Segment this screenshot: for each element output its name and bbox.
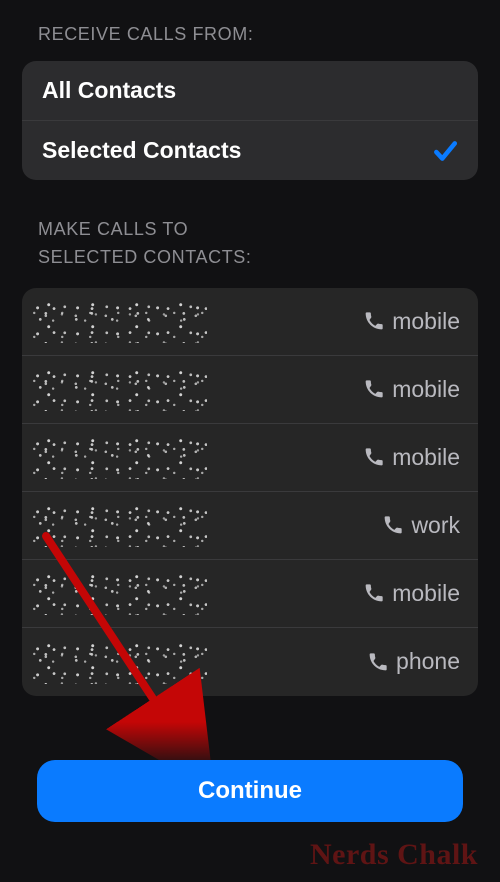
continue-button[interactable]: Continue bbox=[37, 760, 463, 822]
list-item[interactable]: mobile bbox=[22, 560, 478, 628]
list-item[interactable]: phone bbox=[22, 628, 478, 696]
phone-icon bbox=[383, 515, 403, 535]
contact-name-redacted bbox=[32, 640, 207, 684]
contact-type-group: mobile bbox=[364, 308, 460, 335]
contact-type-group: mobile bbox=[364, 444, 460, 471]
phone-icon bbox=[364, 447, 384, 467]
contact-name-redacted bbox=[32, 571, 207, 615]
contact-type-label: phone bbox=[396, 648, 460, 675]
make-calls-header-line2: Selected Contacts: bbox=[38, 247, 252, 267]
make-calls-header: Make Calls to Selected Contacts: bbox=[0, 180, 500, 282]
contact-type-label: mobile bbox=[392, 308, 460, 335]
contact-name-redacted bbox=[32, 435, 207, 479]
contact-type-group: mobile bbox=[364, 580, 460, 607]
phone-icon bbox=[368, 652, 388, 672]
receive-calls-card: All Contacts Selected Contacts bbox=[22, 61, 478, 180]
list-item[interactable]: mobile bbox=[22, 356, 478, 424]
contact-type-group: work bbox=[383, 512, 460, 539]
contact-type-label: mobile bbox=[392, 376, 460, 403]
option-selected-contacts[interactable]: Selected Contacts bbox=[22, 121, 478, 180]
contact-type-label: work bbox=[411, 512, 460, 539]
receive-calls-header: Receive Calls From: bbox=[0, 18, 500, 55]
phone-icon bbox=[364, 583, 384, 603]
list-item[interactable]: mobile bbox=[22, 424, 478, 492]
selected-contacts-list: mobile mobile mobile work bbox=[22, 288, 478, 696]
phone-icon bbox=[364, 379, 384, 399]
list-item[interactable]: work bbox=[22, 492, 478, 560]
contact-name-redacted bbox=[32, 367, 207, 411]
option-all-contacts[interactable]: All Contacts bbox=[22, 61, 478, 121]
contact-type-group: phone bbox=[368, 648, 460, 675]
list-item[interactable]: mobile bbox=[22, 288, 478, 356]
settings-screen: Receive Calls From: All Contacts Selecte… bbox=[0, 0, 500, 882]
contact-type-group: mobile bbox=[364, 376, 460, 403]
contact-name-redacted bbox=[32, 299, 207, 343]
make-calls-header-line1: Make Calls to bbox=[38, 219, 188, 239]
watermark: Nerds Chalk bbox=[310, 838, 478, 872]
contact-type-label: mobile bbox=[392, 444, 460, 471]
contact-name-redacted bbox=[32, 503, 207, 547]
option-label: Selected Contacts bbox=[42, 137, 241, 164]
phone-icon bbox=[364, 311, 384, 331]
checkmark-icon bbox=[432, 138, 458, 164]
option-label: All Contacts bbox=[42, 77, 176, 104]
contact-type-label: mobile bbox=[392, 580, 460, 607]
